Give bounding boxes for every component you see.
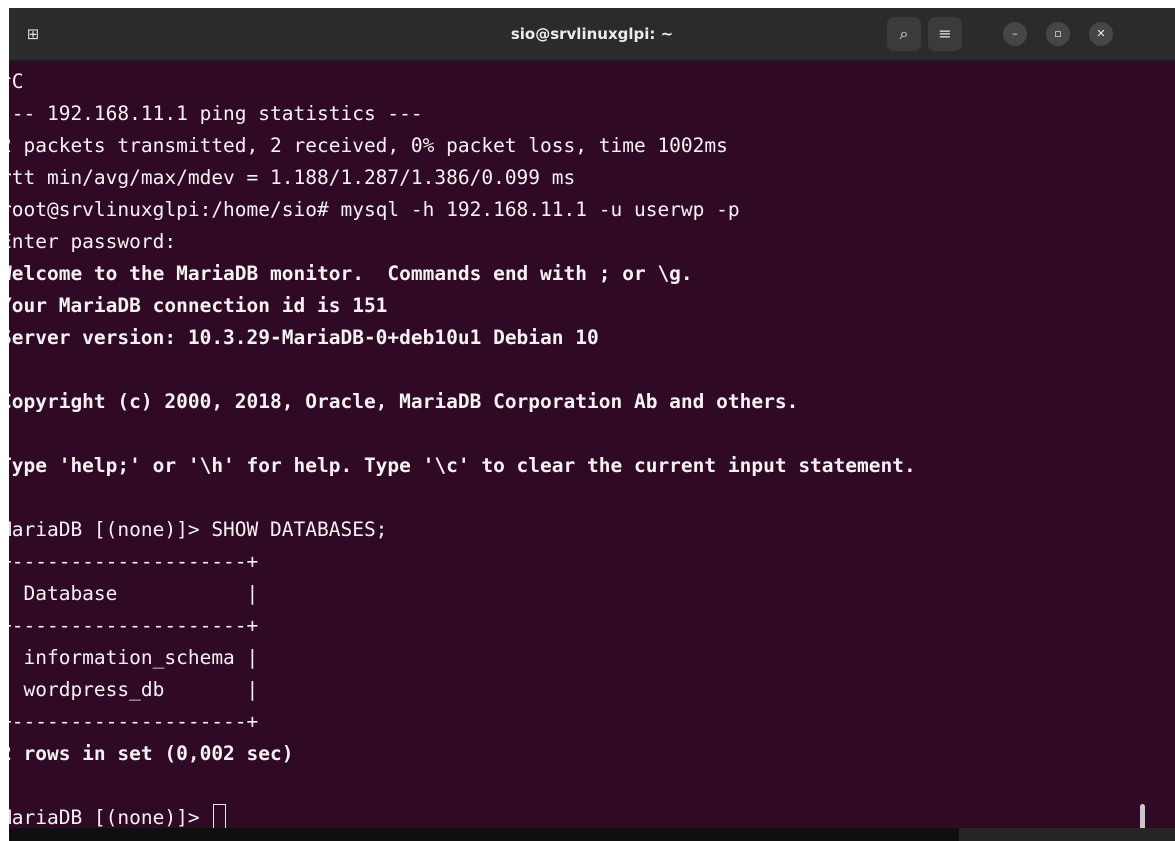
terminal-line: 2 rows in set (0,002 sec) (9, 742, 294, 765)
terminal-content[interactable]: ^C --- 192.168.11.1 ping statistics --- … (9, 61, 1175, 841)
terminal-line: 2 packets transmitted, 2 received, 0% pa… (9, 134, 728, 157)
terminal-line: ^C (9, 70, 24, 93)
hamburger-menu-icon[interactable]: ≡ (928, 17, 962, 51)
terminal-line: root@srvlinuxglpi:/home/sio# mysql -h 19… (9, 198, 740, 221)
table-row: | wordpress_db | (9, 678, 259, 701)
bottom-strip-right (959, 828, 1175, 841)
text-cursor (213, 804, 227, 830)
terminal-line: Welcome to the MariaDB monitor. Commands… (9, 262, 693, 285)
terminal-window: ⊞ sio@srvlinuxglpi: ~ ⌕ ≡ – ▫ ✕ ^C --- 1… (9, 8, 1175, 841)
prompt-text: MariaDB [(none)]> (9, 806, 212, 829)
terminal-line: Your MariaDB connection id is 151 (9, 294, 388, 317)
table-border-line: +--------------------+ (9, 550, 259, 573)
close-icon[interactable]: ✕ (1089, 22, 1113, 46)
title-bar[interactable]: ⊞ sio@srvlinuxglpi: ~ ⌕ ≡ – ▫ ✕ (9, 8, 1175, 61)
terminal-line: rtt min/avg/max/mdev = 1.188/1.287/1.386… (9, 166, 576, 189)
terminal-line: MariaDB [(none)]> SHOW DATABASES; (9, 518, 388, 541)
window-title: sio@srvlinuxglpi: ~ (510, 25, 674, 43)
terminal-line: Server version: 10.3.29-MariaDB-0+deb10u… (9, 326, 599, 349)
minimize-icon[interactable]: – (1003, 22, 1027, 46)
terminal-line: Copyright (c) 2000, 2018, Oracle, MariaD… (9, 390, 799, 413)
terminal-line: --- 192.168.11.1 ping statistics --- (9, 102, 423, 125)
table-border-line: +--------------------+ (9, 710, 259, 733)
maximize-icon[interactable]: ▫ (1046, 22, 1070, 46)
terminal-line: Enter password: (9, 230, 177, 253)
bottom-strip (9, 828, 959, 841)
search-icon[interactable]: ⌕ (887, 17, 921, 51)
table-row: | information_schema | (9, 646, 259, 669)
table-header-row: | Database | (9, 582, 259, 605)
table-border-line: +--------------------+ (9, 614, 259, 637)
terminal-line: Type 'help;' or '\h' for help. Type '\c'… (9, 454, 916, 477)
